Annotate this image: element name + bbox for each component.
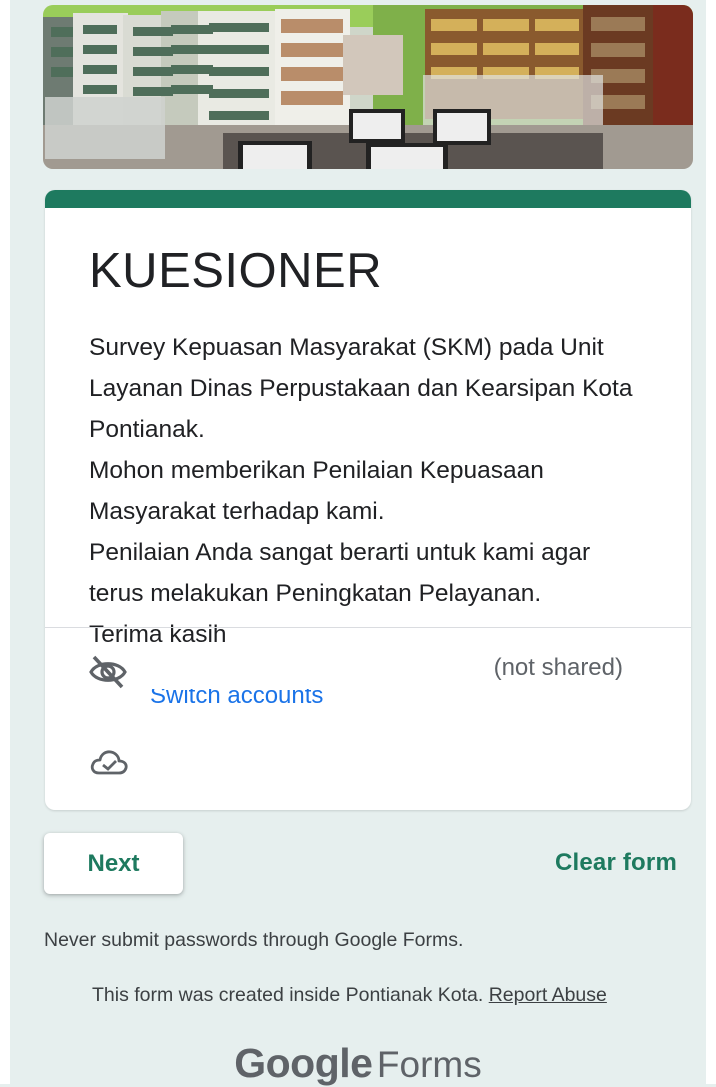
- left-edge: [0, 0, 10, 1084]
- description-line: Mohon memberikan Penilaian Kepuasaan: [89, 457, 544, 484]
- form-description: Survey Kepuasan Masyarakat (SKM) pada Un…: [89, 327, 659, 655]
- description-line: Survey Kepuasan Masyarakat (SKM) pada Un…: [89, 334, 604, 361]
- switch-accounts-label: Switch accounts: [150, 689, 324, 709]
- password-warning: Never submit passwords through Google Fo…: [44, 929, 464, 951]
- description-line: Pontianak.: [89, 416, 205, 443]
- form-title: KUESIONER: [89, 244, 383, 298]
- account-status: (not shared): [493, 654, 623, 681]
- description-line: terus melakukan Peningkatan Pelayanan.: [89, 580, 542, 607]
- eye-off-icon: [89, 655, 127, 689]
- right-edge: [706, 0, 716, 1084]
- clear-form-button[interactable]: Clear form: [555, 849, 677, 877]
- created-inside-note: This form was created inside Pontianak K…: [92, 984, 607, 1007]
- created-inside-text: This form was created inside Pontianak K…: [92, 984, 484, 1006]
- google-forms-logo[interactable]: Google Forms: [0, 1040, 716, 1087]
- description-line: Terima kasih: [89, 621, 227, 648]
- description-line: Penilaian Anda sangat berarti untuk kami…: [89, 539, 591, 566]
- card-accent-bar: [45, 190, 691, 208]
- description-line: Masyarakat terhadap kami.: [89, 498, 385, 525]
- report-abuse-link[interactable]: Report Abuse: [489, 984, 607, 1006]
- header-banner-image: [43, 5, 693, 169]
- switch-accounts-link[interactable]: Switch accounts: [150, 689, 390, 711]
- cloud-check-icon: [90, 750, 128, 775]
- brand-google: Google: [234, 1040, 373, 1086]
- card-divider: [45, 627, 691, 628]
- form-title-card: KUESIONER Survey Kepuasan Masyarakat (SK…: [45, 190, 691, 810]
- description-line: Layanan Dinas Perpustakaan dan Kearsipan…: [89, 375, 633, 402]
- next-button[interactable]: Next: [44, 833, 183, 894]
- brand-forms: Forms: [376, 1044, 482, 1085]
